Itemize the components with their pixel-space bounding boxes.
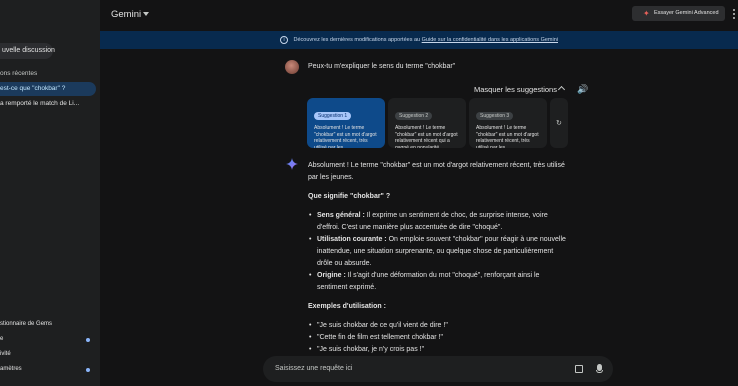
sidebar-chat-item[interactable]: est-ce que "chokbar" ? — [0, 82, 96, 96]
sidebar-item-activity[interactable]: ivité — [0, 351, 96, 357]
response-heading: Exemples d'utilisation : — [308, 303, 386, 310]
suggestion-card-2[interactable]: Suggestion 2 Absolument ! Le terme "chok… — [388, 98, 466, 148]
suggestion-tag: Suggestion 1 — [314, 112, 352, 120]
prompt-input[interactable]: Saisissez une requête ici — [263, 356, 613, 382]
list-item: Origine : Il s'agit d'une déformation du… — [309, 270, 570, 294]
list-item: Sens général : Il exprime un sentiment d… — [309, 210, 570, 234]
gemini-response: Absolument ! Le terme "chokbar" est un m… — [308, 160, 570, 356]
list-item: "Je suis chokbar de ce qu'il vient de di… — [309, 320, 570, 332]
user-prompt: Peux-tu m'expliquer le sens du terme "ch… — [308, 63, 456, 70]
sidebar-item-label: amètres — [0, 366, 22, 372]
suggestion-text: Absolument ! Le terme "chokbar" est un m… — [476, 125, 539, 148]
speaker-icon[interactable]: 🔊 — [577, 84, 588, 95]
bullet-text: Il s'agit d'une déformation du mot "choq… — [317, 272, 540, 291]
suggestion-card-3[interactable]: Suggestion 3 Absolument ! Le terme "chok… — [469, 98, 547, 148]
response-heading: Que signifie "chokbar" ? — [308, 193, 391, 200]
sidebar-chat-item[interactable]: a remporté le match de Li... — [0, 97, 96, 111]
sidebar-item-label: stionnaire de Gems — [0, 321, 53, 327]
refresh-icon[interactable]: ↻ — [556, 119, 562, 127]
gemini-sparkle-icon — [286, 158, 298, 170]
suggestion-tag: Suggestion 2 — [395, 112, 433, 120]
response-intro: Absolument ! Le terme "chokbar" est un m… — [308, 162, 565, 181]
try-advanced-label: Essayer Gemini Advanced — [654, 10, 719, 16]
suggestion-text: Absolument ! Le terme "chokbar" est un m… — [395, 125, 458, 148]
list-item: Utilisation courante : On emploie souven… — [309, 234, 570, 270]
notification-dot — [86, 368, 90, 372]
bullet-label: Sens général : — [317, 212, 365, 219]
info-icon: i — [280, 35, 288, 44]
sidebar-item-label: ivité — [0, 351, 11, 357]
privacy-banner: i Découvrez les dernières modifications … — [100, 31, 738, 49]
sidebar-item-label: e — [0, 336, 4, 342]
list-item: "Cette fin de film est tellement chokbar… — [309, 332, 570, 344]
app-title-dropdown[interactable]: Gemini — [111, 9, 141, 20]
suggestion-text: Absolument ! Le terme "chokbar" est un m… — [314, 125, 377, 148]
suggestion-tag: Suggestion 3 — [476, 112, 514, 120]
sidebar: uvelle discussion ons récentes est-ce qu… — [0, 0, 100, 386]
new-chat-button[interactable]: uvelle discussion — [0, 43, 55, 59]
bullet-label: Origine : — [317, 272, 346, 279]
more-options-icon[interactable] — [733, 9, 736, 19]
hide-suggestions-button[interactable]: Masquer les suggestions — [474, 85, 557, 94]
user-avatar[interactable] — [285, 60, 299, 74]
suggestion-card-1[interactable]: Suggestion 1 Absolument ! Le terme "chok… — [307, 98, 385, 148]
list-item: "Je suis chokbar, je n'y crois pas !" — [309, 344, 570, 356]
bullet-label: Utilisation courante : — [317, 236, 387, 243]
chevron-down-icon[interactable] — [143, 12, 149, 16]
notification-dot — [86, 338, 90, 342]
privacy-guide-link[interactable]: Guide sur la confidentialité dans les ap… — [422, 37, 558, 43]
sidebar-item-settings[interactable]: amètres — [0, 366, 96, 372]
image-upload-icon[interactable] — [575, 365, 583, 373]
sparkle-icon: ✦ — [643, 9, 650, 18]
sidebar-item-gem-manager[interactable]: stionnaire de Gems — [0, 321, 96, 327]
banner-text: Découvrez les dernières modifications ap… — [293, 37, 421, 43]
recent-chats-heading: ons récentes — [0, 70, 38, 77]
sidebar-item-help[interactable]: e — [0, 336, 96, 342]
chevron-up-icon[interactable] — [557, 85, 566, 94]
try-advanced-button[interactable]: ✦ Essayer Gemini Advanced — [632, 6, 725, 21]
